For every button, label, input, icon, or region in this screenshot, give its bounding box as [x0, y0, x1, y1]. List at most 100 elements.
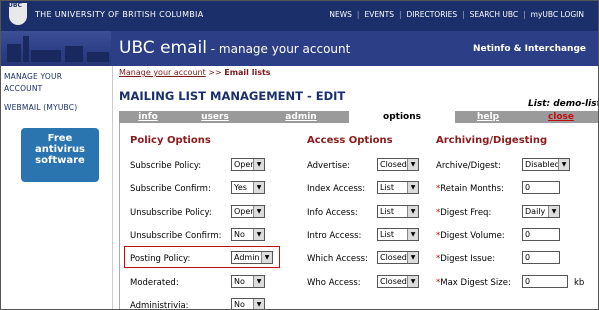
select-value: Closed	[380, 277, 407, 286]
digest-freq-label: *Digest Freq:	[436, 208, 491, 218]
administrivia-select[interactable]: No ▼	[231, 298, 265, 309]
nav-events-link[interactable]: EVENTS	[364, 10, 394, 19]
unsubscribe-policy-select[interactable]: Open ▼	[231, 205, 265, 218]
chevron-down-icon: ▼	[261, 252, 272, 263]
nav-separator: |	[356, 10, 360, 19]
tab-info[interactable]: info	[125, 111, 171, 123]
campus-photo	[1, 31, 111, 66]
banner-subtitle: - manage your account	[206, 42, 351, 56]
kb-unit-label: kb	[574, 278, 585, 288]
chevron-down-icon: ▼	[407, 206, 418, 217]
chevron-down-icon: ▼	[548, 206, 559, 217]
access-options-header: Access Options	[307, 135, 393, 146]
administrivia-label: Administrivia:	[130, 301, 189, 310]
advertise-label: Advertise:	[307, 161, 351, 171]
subscribe-confirm-label: Subscribe Confirm:	[130, 184, 211, 194]
max-digest-size-input[interactable]: 0	[522, 275, 568, 288]
archiving-header: Archiving/Digesting	[436, 135, 548, 146]
nav-news-link[interactable]: NEWS	[329, 10, 352, 19]
index-access-label: Index Access:	[307, 184, 366, 194]
digest-freq-select[interactable]: Daily ▼	[522, 205, 560, 218]
subscribe-policy-label: Subscribe Policy:	[130, 161, 202, 171]
banner: UBC email - manage your account Netinfo …	[1, 31, 598, 66]
label-text: Digest Issue:	[440, 254, 496, 264]
top-nav-links: NEWS | EVENTS | DIRECTORIES | SEARCH UBC | myUBC…	[329, 10, 584, 19]
building-silhouette	[87, 52, 109, 62]
page-title: MAILING LIST MANAGEMENT - EDIT	[119, 89, 346, 103]
label-text: Archive/Digest:	[436, 161, 501, 171]
nav-separator: |	[523, 10, 526, 19]
tab-bar: info users admin options help close	[119, 111, 598, 123]
university-name[interactable]: THE UNIVERSITY OF BRITISH COLUMBIA	[35, 10, 204, 19]
index-access-select[interactable]: List ▼	[377, 181, 419, 194]
sidebar-manage-account-link-line2[interactable]: ACCOUNT	[4, 83, 42, 95]
select-value: No	[234, 300, 245, 309]
chevron-down-icon: ▼	[253, 229, 264, 240]
breadcrumb-separator: >>	[208, 68, 222, 77]
label-text: Digest Volume:	[440, 231, 505, 241]
nav-separator: |	[399, 10, 402, 19]
tab-admin[interactable]: admin	[259, 111, 343, 123]
top-nav-bar: UBC THE UNIVERSITY OF BRITISH COLUMBIA N…	[1, 1, 598, 31]
info-access-label: Info Access:	[307, 208, 358, 218]
intro-access-select[interactable]: List ▼	[377, 228, 419, 241]
tab-help[interactable]: help	[459, 111, 517, 123]
banner-title: UBC email - manage your account	[119, 38, 350, 58]
chevron-down-icon: ▼	[407, 276, 418, 287]
chevron-down-icon: ▼	[253, 276, 264, 287]
max-digest-size-label: *Max Digest Size:	[436, 278, 511, 288]
sidebar: MANAGE YOUR ACCOUNT WEBMAIL (MYUBC) Free…	[1, 66, 113, 309]
chevron-down-icon: ▼	[253, 299, 264, 309]
digest-volume-input[interactable]: 0	[522, 228, 560, 241]
tab-users[interactable]: users	[179, 111, 251, 123]
select-value: Yes	[234, 183, 247, 192]
select-value: Daily	[525, 207, 546, 216]
select-value: No	[234, 230, 245, 239]
retain-months-label: *Retain Months:	[436, 184, 504, 194]
nav-search-link[interactable]: SEARCH UBC	[470, 10, 518, 19]
breadcrumb-manage-account-link[interactable]: Manage your account	[119, 68, 206, 77]
which-access-select[interactable]: Closed ▼	[377, 251, 419, 264]
retain-months-input[interactable]: 0	[522, 181, 560, 194]
logo-text: UBC	[8, 2, 22, 9]
chevron-down-icon: ▼	[558, 159, 569, 170]
which-access-label: Which Access:	[307, 254, 368, 264]
subscribe-policy-select[interactable]: Open ▼	[231, 158, 265, 171]
policy-options-header: Policy Options	[130, 135, 211, 146]
subscribe-confirm-select[interactable]: Yes ▼	[231, 181, 265, 194]
chevron-down-icon: ▼	[407, 252, 418, 263]
tower-silhouette	[23, 36, 29, 62]
who-access-select[interactable]: Closed ▼	[377, 275, 419, 288]
nav-directories-link[interactable]: DIRECTORIES	[407, 10, 458, 19]
tab-options[interactable]: options	[349, 111, 455, 123]
select-value: Closed	[380, 160, 407, 169]
label-text: Retain Months:	[440, 184, 504, 194]
netinfo-label: Netinfo & Interchange	[472, 44, 586, 54]
unsubscribe-confirm-select[interactable]: No ▼	[231, 228, 265, 241]
promo-line: Free	[47, 133, 73, 144]
sidebar-webmail-link[interactable]: WEBMAIL (MYUBC)	[4, 102, 77, 114]
sidebar-manage-account-link[interactable]: MANAGE YOUR	[4, 71, 62, 83]
digest-issue-input[interactable]: 0	[522, 251, 560, 264]
breadcrumb: Manage your account >> Email lists	[119, 68, 271, 77]
who-access-label: Who Access:	[307, 278, 361, 288]
chevron-down-icon: ▼	[407, 182, 418, 193]
chevron-down-icon: ▼	[253, 182, 264, 193]
ubc-logo[interactable]: UBC	[7, 1, 29, 29]
chevron-down-icon: ▼	[253, 206, 264, 217]
moderated-label: Moderated:	[130, 278, 179, 288]
select-value: List	[380, 207, 394, 216]
digest-issue-label: *Digest Issue:	[436, 254, 495, 264]
info-access-select[interactable]: List ▼	[377, 205, 419, 218]
moderated-select[interactable]: No ▼	[231, 275, 265, 288]
select-value: Closed	[380, 253, 407, 262]
nav-login-link[interactable]: myUBC LOGIN	[531, 10, 584, 19]
browser-frame: UBC THE UNIVERSITY OF BRITISH COLUMBIA N…	[0, 0, 599, 310]
posting-policy-select[interactable]: Admin ▼	[231, 251, 273, 264]
antivirus-promo-button[interactable]: Free antivirus software	[21, 128, 99, 182]
archive-digest-select[interactable]: Disabled ▼	[522, 158, 570, 171]
tab-close[interactable]: close	[525, 111, 597, 123]
digest-volume-label: *Digest Volume:	[436, 231, 505, 241]
advertise-select[interactable]: Closed ▼	[377, 158, 419, 171]
posting-policy-label: Posting Policy:	[130, 254, 191, 264]
